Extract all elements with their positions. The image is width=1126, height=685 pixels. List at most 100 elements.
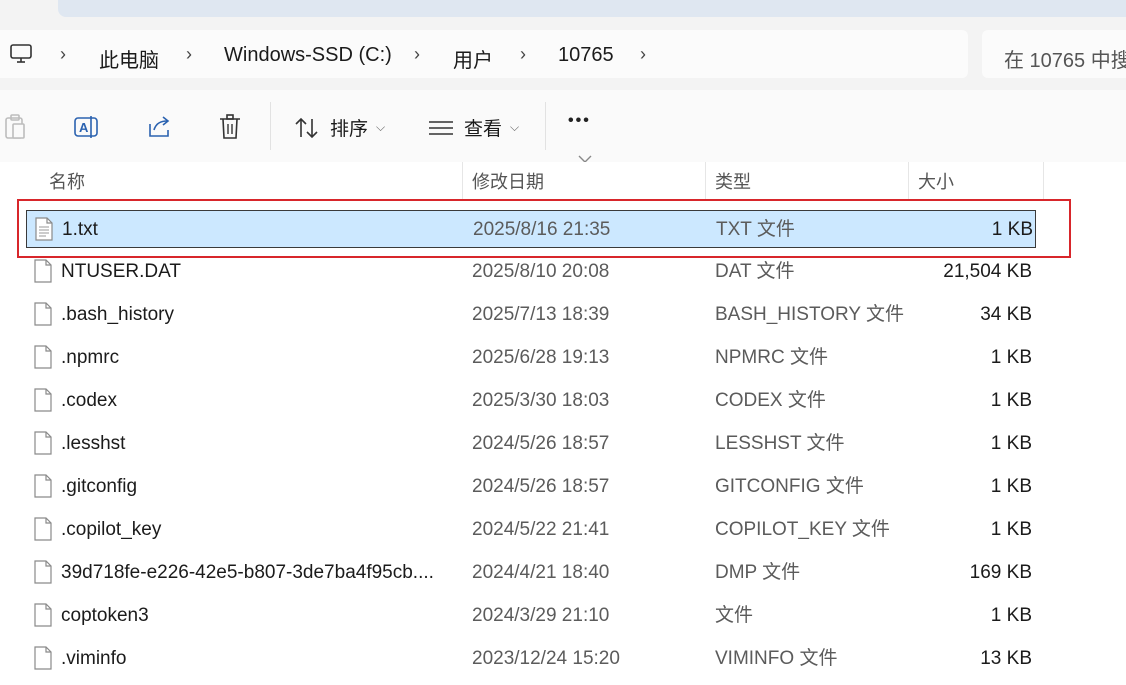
- file-type: NPMRC 文件: [715, 347, 828, 368]
- file-size: 1 KB: [990, 433, 1032, 454]
- chevron-right-icon[interactable]: ›: [186, 44, 192, 65]
- blank-file-icon: [34, 431, 52, 455]
- file-type: 文件: [715, 605, 754, 626]
- file-type: VIMINFO 文件: [715, 648, 838, 669]
- file-name: .gitconfig: [61, 476, 138, 497]
- view-label: 查看: [464, 119, 503, 140]
- chevron-down-icon: ⌵: [510, 120, 520, 134]
- file-size: 169 KB: [969, 562, 1032, 583]
- file-date: 2024/5/26 18:57: [472, 476, 610, 497]
- column-header-type[interactable]: 类型: [715, 162, 751, 202]
- paste-icon: [5, 114, 25, 139]
- column-divider[interactable]: [1043, 162, 1044, 200]
- file-size: 21,504 KB: [943, 261, 1032, 282]
- toolbar-divider: [270, 102, 271, 150]
- file-row[interactable]: 39d718fe-e226-42e5-b807-3de7ba4f95cb....…: [26, 554, 1036, 592]
- search-placeholder: 在 10765 中搜: [1004, 50, 1126, 72]
- blank-file-icon: [34, 302, 52, 326]
- delete-button[interactable]: [219, 114, 241, 140]
- annotation-highlight-box: [17, 199, 1071, 258]
- blank-file-icon: [34, 603, 52, 627]
- chevron-down-icon: ⌵: [376, 120, 386, 134]
- paste-button[interactable]: [4, 114, 26, 140]
- breadcrumb-users[interactable]: 用户: [453, 44, 493, 73]
- column-header-date[interactable]: 修改日期: [472, 162, 544, 202]
- view-list-icon: [429, 120, 453, 135]
- active-tab[interactable]: [58, 0, 1126, 17]
- file-type: LESSHST 文件: [715, 433, 845, 454]
- file-type: BASH_HISTORY 文件: [715, 304, 905, 325]
- breadcrumb-this-pc[interactable]: 此电脑: [99, 44, 159, 73]
- blank-file-icon: [34, 388, 52, 412]
- this-pc-icon[interactable]: [10, 44, 32, 64]
- file-type: GITCONFIG 文件: [715, 476, 864, 497]
- file-row[interactable]: .gitconfig 2024/5/26 18:57 GITCONFIG 文件 1 K…: [26, 468, 1036, 506]
- svg-text:A: A: [79, 120, 89, 135]
- column-divider[interactable]: [705, 162, 706, 200]
- blank-file-icon: [34, 259, 52, 283]
- file-date: 2024/5/22 21:41: [472, 519, 610, 540]
- column-divider[interactable]: [462, 162, 463, 200]
- breadcrumb-drive[interactable]: Windows-SSD (C:): [224, 44, 392, 67]
- file-name: .viminfo: [61, 648, 127, 669]
- file-name: .copilot_key: [61, 519, 162, 540]
- file-row[interactable]: .lesshst 2024/5/26 18:57 LESSHST 文件 1 KB: [26, 425, 1036, 463]
- blank-file-icon: [34, 474, 52, 498]
- share-button[interactable]: [146, 114, 172, 140]
- file-type: CODEX 文件: [715, 390, 826, 411]
- file-name: coptoken3: [61, 605, 149, 626]
- file-row[interactable]: .copilot_key 2024/5/22 21:41 COPILOT_KEY 文…: [26, 511, 1036, 549]
- chevron-right-icon[interactable]: ›: [520, 44, 526, 65]
- file-date: 2023/12/24 15:20: [472, 648, 620, 669]
- file-row[interactable]: .bash_history 2025/7/13 18:39 BASH_HISTORY…: [26, 296, 1036, 334]
- sort-button[interactable]: 排序 ⌵: [294, 114, 385, 141]
- file-row[interactable]: .npmrc 2025/6/28 19:13 NPMRC 文件 1 KB: [26, 339, 1036, 377]
- address-bar[interactable]: › 此电脑 › Windows-SSD (C:) › 用户 › 10765 ›: [0, 30, 968, 78]
- file-size: 1 KB: [990, 476, 1032, 497]
- file-row[interactable]: .viminfo 2023/12/24 15:20 VIMINFO 文件 13 KB: [26, 640, 1036, 678]
- rename-icon: A: [74, 116, 98, 138]
- file-name: .npmrc: [61, 347, 120, 368]
- chevron-right-icon[interactable]: ›: [640, 44, 646, 65]
- column-header-size[interactable]: 大小: [918, 162, 954, 202]
- blank-file-icon: [34, 560, 52, 584]
- file-row[interactable]: .codex 2025/3/30 18:03 CODEX 文件 1 KB: [26, 382, 1036, 420]
- file-type: COPILOT_KEY 文件: [715, 519, 890, 540]
- column-header-row: 名称 修改日期 类型 大小: [0, 162, 1126, 202]
- chevron-right-icon[interactable]: ›: [414, 44, 420, 65]
- column-header-name[interactable]: 名称: [49, 162, 85, 202]
- share-icon: [149, 116, 170, 137]
- command-bar: A 排序 ⌵ 查看 ⌵ •••: [0, 90, 1126, 163]
- blank-file-icon: [34, 517, 52, 541]
- more-options-button[interactable]: •••: [568, 112, 591, 130]
- file-size: 34 KB: [980, 304, 1032, 325]
- sort-label: 排序: [330, 119, 369, 140]
- tab-strip: [0, 0, 1126, 30]
- address-row: › 此电脑 › Windows-SSD (C:) › 用户 › 10765 › …: [0, 30, 1126, 90]
- file-size: 13 KB: [980, 648, 1032, 669]
- file-date: 2024/5/26 18:57: [472, 433, 610, 454]
- file-size: 1 KB: [990, 390, 1032, 411]
- file-size: 1 KB: [990, 605, 1032, 626]
- file-type: DMP 文件: [715, 562, 801, 583]
- file-name: 39d718fe-e226-42e5-b807-3de7ba4f95cb....: [61, 562, 434, 583]
- chevron-right-icon[interactable]: ›: [60, 44, 66, 65]
- file-date: 2025/7/13 18:39: [472, 304, 610, 325]
- blank-file-icon: [34, 646, 52, 670]
- view-button[interactable]: 查看 ⌵: [428, 114, 519, 141]
- trash-icon: [220, 114, 240, 139]
- file-row[interactable]: coptoken3 2024/3/29 21:10 文件 1 KB: [26, 597, 1036, 635]
- file-size: 1 KB: [990, 347, 1032, 368]
- file-date: 2024/4/21 18:40: [472, 562, 610, 583]
- file-date: 2025/3/30 18:03: [472, 390, 610, 411]
- column-divider[interactable]: [908, 162, 909, 200]
- file-row[interactable]: NTUSER.DAT 2025/8/10 20:08 DAT 文件 21,504 KB: [26, 253, 1036, 291]
- search-input[interactable]: 在 10765 中搜: [982, 30, 1126, 78]
- more-icon: •••: [568, 112, 591, 129]
- file-date: 2025/6/28 19:13: [472, 347, 610, 368]
- file-size: 1 KB: [990, 519, 1032, 540]
- rename-button[interactable]: A: [74, 114, 100, 140]
- file-name: .codex: [61, 390, 117, 411]
- file-date: 2024/3/29 21:10: [472, 605, 610, 626]
- breadcrumb-user-folder[interactable]: 10765: [558, 44, 614, 67]
